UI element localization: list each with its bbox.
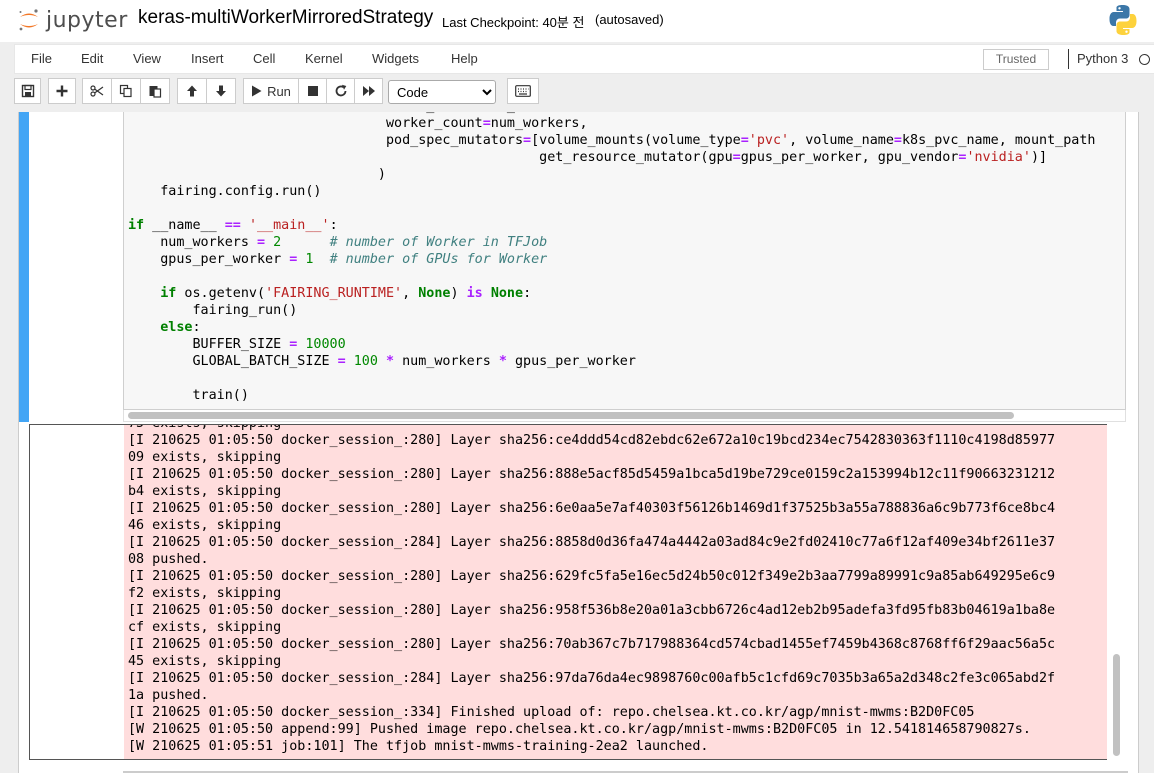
output-line: [I 210625 01:05:50 docker_session_:334] … [128,705,975,720]
output-line: 1a pushed. [128,688,209,703]
output-line: [I 210625 01:05:50 docker_session_:280] … [128,637,1056,652]
output-line: [W 210625 01:05:51 job:101] The tfjob mn… [128,739,709,754]
horizontal-scrollbar-thumb[interactable] [128,412,1014,419]
code-line[interactable] [128,200,1095,217]
code-line[interactable]: get_resource_mutator(gpu=gpus_per_worker… [128,149,1095,166]
notebook-container: chief_count=num_chief, worker_count=num_… [18,112,1139,773]
code-line[interactable]: fairing.config.run() [128,183,1095,200]
paste-icon [149,86,162,98]
notebook-title[interactable]: keras-multiWorkerMirroredStrategy [138,7,433,29]
keyboard-icon [515,85,531,97]
code-cell-input[interactable]: chief_count=num_chief, worker_count=num_… [123,112,1126,410]
python-logo-icon [1109,5,1137,35]
code-line[interactable]: else: [128,319,1095,336]
insert-cell-below-button[interactable] [48,78,76,104]
code-line[interactable]: worker_count=num_workers, [128,115,1095,132]
code-line[interactable]: num_workers = 2 # number of Worker in TF… [128,234,1095,251]
kernel-name[interactable]: Python 3 [1077,51,1128,66]
output-line: 09 exists, skipping [128,450,282,465]
stop-icon [307,86,318,96]
kernel-separator [1068,49,1069,69]
restart-kernel-button[interactable] [326,78,355,104]
jupyter-logo-text: jupyter [46,7,128,33]
code-line[interactable] [128,370,1095,387]
menu-widgets[interactable]: Widgets [372,51,419,66]
paste-cells-button[interactable] [140,78,170,104]
output-line: [W 210625 01:05:50 append:99] Pushed ima… [128,722,1031,737]
output-line: [I 210625 01:05:50 docker_session_:280] … [128,501,1056,516]
last-checkpoint: Last Checkpoint: 40분 전 [442,15,585,30]
stderr-output-text: 75 exists, skipping[I 210625 01:05:50 do… [128,425,1055,755]
stderr-output-area: 75 exists, skipping[I 210625 01:05:50 do… [124,425,1125,759]
output-vertical-scrollbar[interactable] [1107,424,1125,760]
cell-output-wrapper: 75 exists, skipping[I 210625 01:05:50 do… [29,424,1125,760]
jupyter-logo[interactable]: jupyter [16,6,128,34]
jupyter-logo-icon [19,9,38,31]
code-line[interactable]: ) [128,166,1095,183]
restart-icon [335,84,346,97]
code-line[interactable]: if __name__ == '__main__': [128,217,1095,234]
selected-cell-indicator [19,112,29,422]
code-line[interactable]: fairing_run() [128,302,1095,319]
menu-kernel[interactable]: Kernel [305,51,343,66]
run-button[interactable]: Run [243,78,299,104]
cell-type-select[interactable]: Code [388,80,496,104]
cut-cells-button[interactable] [82,78,112,104]
command-palette-button[interactable] [507,78,539,104]
interrupt-kernel-button[interactable] [298,78,327,104]
output-vertical-scrollbar-thumb[interactable] [1113,654,1120,756]
code-line[interactable]: gpus_per_worker = 1 # number of GPUs for… [128,251,1095,268]
code-line[interactable]: pod_spec_mutators=[volume_mounts(volume_… [128,132,1095,149]
code-line[interactable]: GLOBAL_BATCH_SIZE = 100 * num_workers * … [128,353,1095,370]
menubar: File Edit View Insert Cell Kernel Widget… [14,44,1154,74]
output-line: [I 210625 01:05:50 docker_session_:280] … [128,603,1056,618]
fast-forward-icon [362,86,375,96]
trusted-indicator[interactable]: Trusted [983,49,1049,70]
horizontal-scrollbar[interactable] [123,410,1126,422]
notebook-header: jupyter keras-multiWorkerMirroredStrateg… [0,0,1154,42]
code-line[interactable]: if os.getenv('FAIRING_RUNTIME', None) is… [128,285,1095,302]
code-line[interactable] [128,268,1095,285]
output-line: 75 exists, skipping [128,425,1055,432]
toolbar: Run Code [14,78,1154,106]
move-cell-down-button[interactable] [206,78,236,104]
menu-file[interactable]: File [31,51,52,66]
output-line: 46 exists, skipping [128,518,282,533]
scissors-icon [90,85,104,97]
menu-view[interactable]: View [133,51,161,66]
copy-cells-button[interactable] [111,78,141,104]
output-line: f2 exists, skipping [128,586,282,601]
output-line: [I 210625 01:05:50 docker_session_:284] … [128,535,1056,550]
output-line: [I 210625 01:05:50 docker_session_:284] … [128,671,1056,686]
menu-insert[interactable]: Insert [191,51,224,66]
save-icon [21,84,34,98]
arrow-up-icon [187,85,197,97]
output-line: 45 exists, skipping [128,654,282,669]
output-line: [I 210625 01:05:50 docker_session_:280] … [128,467,1056,482]
output-line: b4 exists, skipping [128,484,282,499]
code-editor[interactable]: chief_count=num_chief, worker_count=num_… [128,112,1095,404]
autosave-status: (autosaved) [595,12,664,27]
restart-run-all-button[interactable] [354,78,383,104]
save-button[interactable] [14,78,41,104]
output-line: [I 210625 01:05:50 docker_session_:280] … [128,569,1056,584]
output-line: [I 210625 01:05:50 docker_session_:280] … [128,433,1056,448]
output-line: 08 pushed. [128,552,209,567]
copy-icon [119,84,132,98]
menu-cell[interactable]: Cell [253,51,275,66]
move-cell-up-button[interactable] [177,78,207,104]
run-button-label: Run [267,83,291,99]
output-line: cf exists, skipping [128,620,282,635]
kernel-idle-indicator-icon [1139,54,1150,65]
code-line[interactable]: train() [128,387,1095,404]
arrow-down-icon [216,85,226,97]
menu-edit[interactable]: Edit [81,51,103,66]
play-icon [252,85,262,97]
code-line[interactable]: BUFFER_SIZE = 10000 [128,336,1095,353]
plus-icon [56,85,68,97]
menu-help[interactable]: Help [451,51,478,66]
